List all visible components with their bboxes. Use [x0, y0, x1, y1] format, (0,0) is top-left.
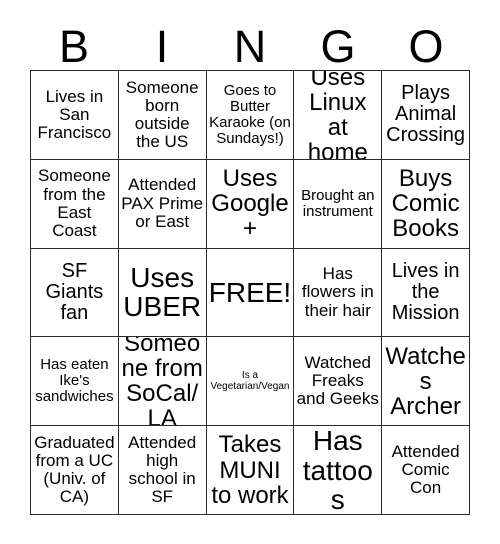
bingo-header-letter-b: B [58, 21, 89, 72]
bingo-square-label: Attended Comic Con [391, 441, 460, 498]
bingo-square-label: Uses UBER [123, 262, 202, 323]
bingo-square-label: Watches Archer [385, 342, 466, 420]
bingo-square-label: Lives in San Francisco [37, 86, 112, 142]
bingo-square-i4[interactable]: Someone from SoCal/LA [118, 337, 207, 427]
bingo-square-o4[interactable]: Watches Archer [382, 337, 470, 427]
bingo-square-label: Has tattoos [302, 426, 373, 515]
bingo-square-b5[interactable]: Graduated from a UC (Univ. of CA) [31, 426, 119, 515]
bingo-square-b3[interactable]: SF Giants fan [31, 248, 119, 338]
bingo-square-n5[interactable]: Takes MUNI to work [206, 426, 295, 515]
bingo-square-o3[interactable]: Lives in the Mission [382, 248, 470, 338]
bingo-header-letter-i: I [155, 21, 169, 72]
bingo-square-b1[interactable]: Lives in San Francisco [31, 71, 119, 160]
bingo-square-o2[interactable]: Buys Comic Books [382, 159, 470, 249]
bingo-square-g1[interactable]: Uses Linux at home [294, 71, 383, 160]
bingo-header-letter-o: O [408, 21, 444, 72]
bingo-square-g4[interactable]: Watched Freaks and Geeks [294, 337, 383, 427]
bingo-square-label: Plays Animal Crossing [386, 82, 466, 147]
bingo-square-label: Buys Comic Books [391, 164, 460, 243]
bingo-square-i2[interactable]: Attended PAX Prime or East [118, 159, 207, 249]
bingo-square-o5[interactable]: Attended Comic Con [382, 426, 470, 515]
bingo-square-g3[interactable]: Has flowers in their hair [294, 248, 383, 338]
bingo-square-label: Lives in the Mission [391, 259, 460, 325]
bingo-square-label: FREE! [208, 276, 292, 308]
bingo-square-label: Has flowers in their hair [301, 264, 374, 320]
bingo-square-label: Takes MUNI to work [211, 431, 289, 509]
bingo-header-row: B I N G O [30, 14, 470, 70]
bingo-square-label: Uses Linux at home [307, 71, 368, 160]
bingo-square-g5[interactable]: Has tattoos [294, 426, 383, 515]
bingo-square-b4[interactable]: Has eaten Ike's sandwiches [31, 337, 119, 427]
bingo-square-label: Someone from SoCal/LA [121, 337, 203, 427]
bingo-square-i5[interactable]: Attended high school in SF [118, 426, 207, 515]
bingo-square-label: SF Giants fan [45, 259, 104, 325]
bingo-square-label: Is a Vegetarian/Vegan [210, 370, 290, 393]
bingo-grid: Lives in San Francisco Someone born outs… [30, 70, 470, 515]
bingo-square-label: Uses Google+ [211, 164, 289, 243]
bingo-square-g2[interactable]: Brought an instrument [294, 159, 383, 249]
bingo-square-label: Watched Freaks and Geeks [296, 353, 379, 409]
bingo-square-o1[interactable]: Plays Animal Crossing [382, 71, 470, 160]
bingo-header-letter-g: G [320, 21, 356, 72]
bingo-card: B I N G O Lives in San Francisco Someone… [0, 0, 500, 544]
bingo-square-label: Goes to Butter Karaoke (on Sundays!) [209, 81, 291, 148]
bingo-square-label: Someone born outside the US [125, 77, 199, 152]
bingo-square-label: Graduated from a UC (Univ. of CA) [34, 432, 115, 507]
bingo-square-b2[interactable]: Someone from the East Coast [31, 159, 119, 249]
bingo-square-label: Attended high school in SF [128, 432, 197, 507]
bingo-square-n2[interactable]: Uses Google+ [206, 159, 295, 249]
bingo-square-n1[interactable]: Goes to Butter Karaoke (on Sundays!) [206, 71, 295, 160]
bingo-square-i3[interactable]: Uses UBER [118, 248, 207, 338]
bingo-square-label: Brought an instrument [301, 186, 375, 220]
bingo-square-label: Attended PAX Prime or East [121, 175, 204, 231]
bingo-square-n4[interactable]: Is a Vegetarian/Vegan [206, 337, 295, 427]
bingo-square-label: Has eaten Ike's sandwiches [35, 356, 114, 406]
bingo-square-i1[interactable]: Someone born outside the US [118, 71, 207, 160]
bingo-square-free[interactable]: FREE! [206, 248, 295, 338]
bingo-header-letter-n: N [233, 21, 267, 72]
bingo-square-label: Someone from the East Coast [38, 166, 111, 240]
